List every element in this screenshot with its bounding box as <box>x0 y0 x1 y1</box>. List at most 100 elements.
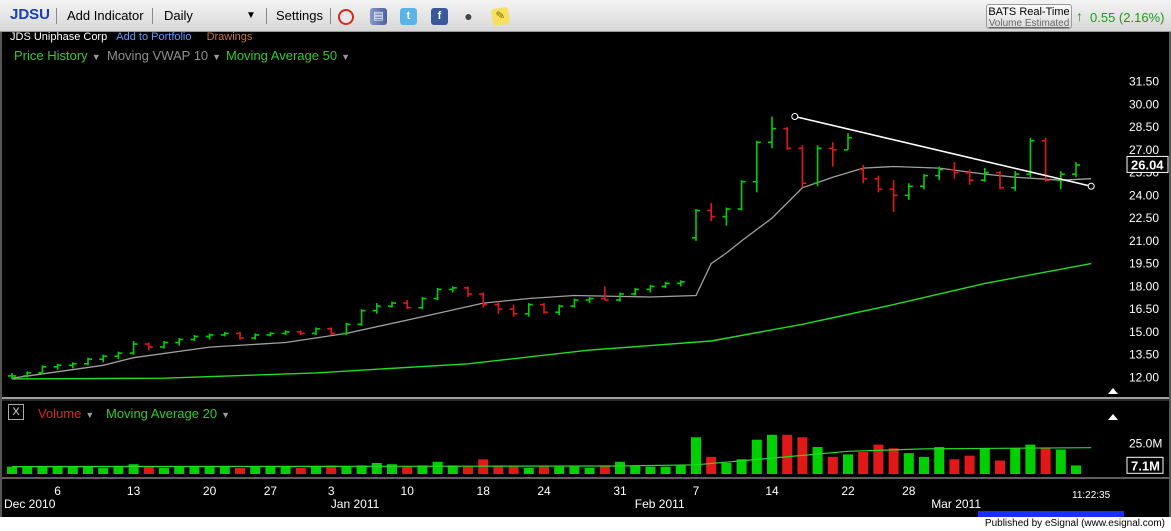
volume-bar <box>311 466 321 474</box>
volume-bar <box>235 467 245 474</box>
ohlc-bar <box>646 284 655 293</box>
volume-bar <box>569 466 580 474</box>
ohlc-bar <box>418 297 427 310</box>
add-to-portfolio-link[interactable]: Add to Portfolio <box>116 31 191 43</box>
volume-bar <box>751 439 762 474</box>
volume-bar <box>508 466 519 474</box>
drawings-link[interactable]: Drawings <box>207 31 253 43</box>
ohlc-bar <box>236 331 244 340</box>
volume-bar <box>371 462 382 474</box>
ohlc-bar <box>23 371 32 378</box>
chevron-down-icon[interactable]: ▼ <box>212 52 221 62</box>
study-vwap[interactable]: Moving VWAP 10 ▼ <box>107 48 221 63</box>
ohlc-bar <box>266 331 275 337</box>
x-tick-label: 28 <box>902 484 916 498</box>
ohlc-bar <box>874 175 883 193</box>
study-label: Price History <box>14 48 88 63</box>
price-chart[interactable]: 12.00 13.50 15.00 16.50 18.00 19.50 21.00 22.50… <box>0 0 1171 517</box>
volume-bar <box>1040 448 1051 474</box>
study-ma50[interactable]: Moving Average 50 ▼ <box>226 48 350 63</box>
volume-bar <box>295 467 306 474</box>
close-panel-button[interactable]: X <box>8 404 24 420</box>
ohlc-bar <box>114 351 123 360</box>
ohlc-bar <box>631 287 640 296</box>
ohlc-bar <box>676 280 685 287</box>
volume-bar <box>219 466 230 474</box>
volume-bar <box>250 466 261 474</box>
chevron-down-icon[interactable]: ▼ <box>92 52 101 62</box>
volume-bar <box>204 466 215 474</box>
volume-bar <box>827 456 838 474</box>
volume-bar <box>174 466 185 474</box>
y-tick-label: 13.50 <box>1129 348 1159 362</box>
x-tick-label: 24 <box>537 484 551 498</box>
ohlc-bar <box>509 304 518 317</box>
x-tick-label: 27 <box>264 484 278 498</box>
last-price-label: 26.04 <box>1131 157 1164 172</box>
volume-bar <box>189 466 200 474</box>
ohlc-bar <box>661 281 670 288</box>
x-tick-label: 31 <box>613 484 627 498</box>
footer: Published by eSignal (www.esignal.com) <box>0 517 1171 531</box>
volume-bar <box>432 461 443 474</box>
x-tick-label: 20 <box>203 484 217 498</box>
ohlc-bar <box>844 133 852 151</box>
volume-bar <box>584 467 595 474</box>
volume-bar <box>615 461 625 474</box>
ohlc-bar <box>403 300 412 310</box>
chevron-down-icon[interactable]: ▼ <box>85 410 94 420</box>
month-label: Mar 2011 <box>931 497 981 511</box>
volume-bar <box>645 466 656 474</box>
y-tick-label: 31.50 <box>1129 75 1159 89</box>
scroll-up-icon <box>1108 388 1118 394</box>
chevron-down-icon[interactable]: ▼ <box>341 52 350 62</box>
volume-bar <box>387 464 397 474</box>
volume-bar <box>539 466 549 474</box>
ohlc-bar <box>281 330 290 335</box>
volume-bar <box>706 456 717 474</box>
volume-bar <box>37 466 48 474</box>
ohlc-bar <box>570 298 579 308</box>
last-volume-label: 7.1M <box>1131 458 1160 473</box>
volume-bar <box>22 466 33 474</box>
ohlc-bar <box>160 341 168 349</box>
ohlc-bar <box>53 363 62 370</box>
ohlc-bar <box>388 301 396 308</box>
x-tick-label: 7 <box>693 484 700 498</box>
study-volume-ma20[interactable]: Moving Average 20 ▼ <box>106 406 230 421</box>
ohlc-bar <box>707 202 716 222</box>
volume-bar <box>83 466 93 474</box>
volume-tick-label: 25.0M <box>1129 436 1162 450</box>
volume-bar <box>934 447 945 474</box>
study-volume[interactable]: Volume ▼ <box>38 406 94 421</box>
volume-bar <box>812 447 823 474</box>
y-tick-label: 21.00 <box>1129 234 1159 248</box>
volume-bar <box>143 466 154 474</box>
volume-bar <box>7 466 17 474</box>
volume-bar <box>402 466 413 474</box>
volume-bar <box>919 456 929 474</box>
volume-bar <box>463 466 473 474</box>
ohlc-bar <box>828 142 837 167</box>
ohlc-bar <box>433 287 442 301</box>
ohlc-bar <box>327 327 336 335</box>
ohlc-bar <box>692 209 700 241</box>
volume-bar <box>1010 448 1021 474</box>
volume-bar <box>979 448 990 474</box>
ohlc-bar <box>84 357 92 366</box>
volume-bar <box>660 466 671 474</box>
time-label: 11:22:35 <box>1072 490 1111 501</box>
ohlc-bar <box>1011 171 1020 191</box>
y-tick-label: 12.00 <box>1129 370 1159 384</box>
volume-bar <box>873 444 884 474</box>
study-label: Moving VWAP 10 <box>107 48 209 63</box>
ohlc-bar <box>372 303 381 314</box>
vwap-line <box>11 165 1092 379</box>
subheader: JDS Uniphase Corp Add to Portfolio Drawi… <box>10 31 252 43</box>
chevron-down-icon[interactable]: ▼ <box>221 410 230 420</box>
volume-bar <box>964 455 975 474</box>
ohlc-bar <box>555 304 564 316</box>
volume-bar <box>767 434 777 474</box>
study-price-history[interactable]: Price History ▼ <box>14 48 101 63</box>
study-label: Moving Average 50 <box>226 48 338 63</box>
